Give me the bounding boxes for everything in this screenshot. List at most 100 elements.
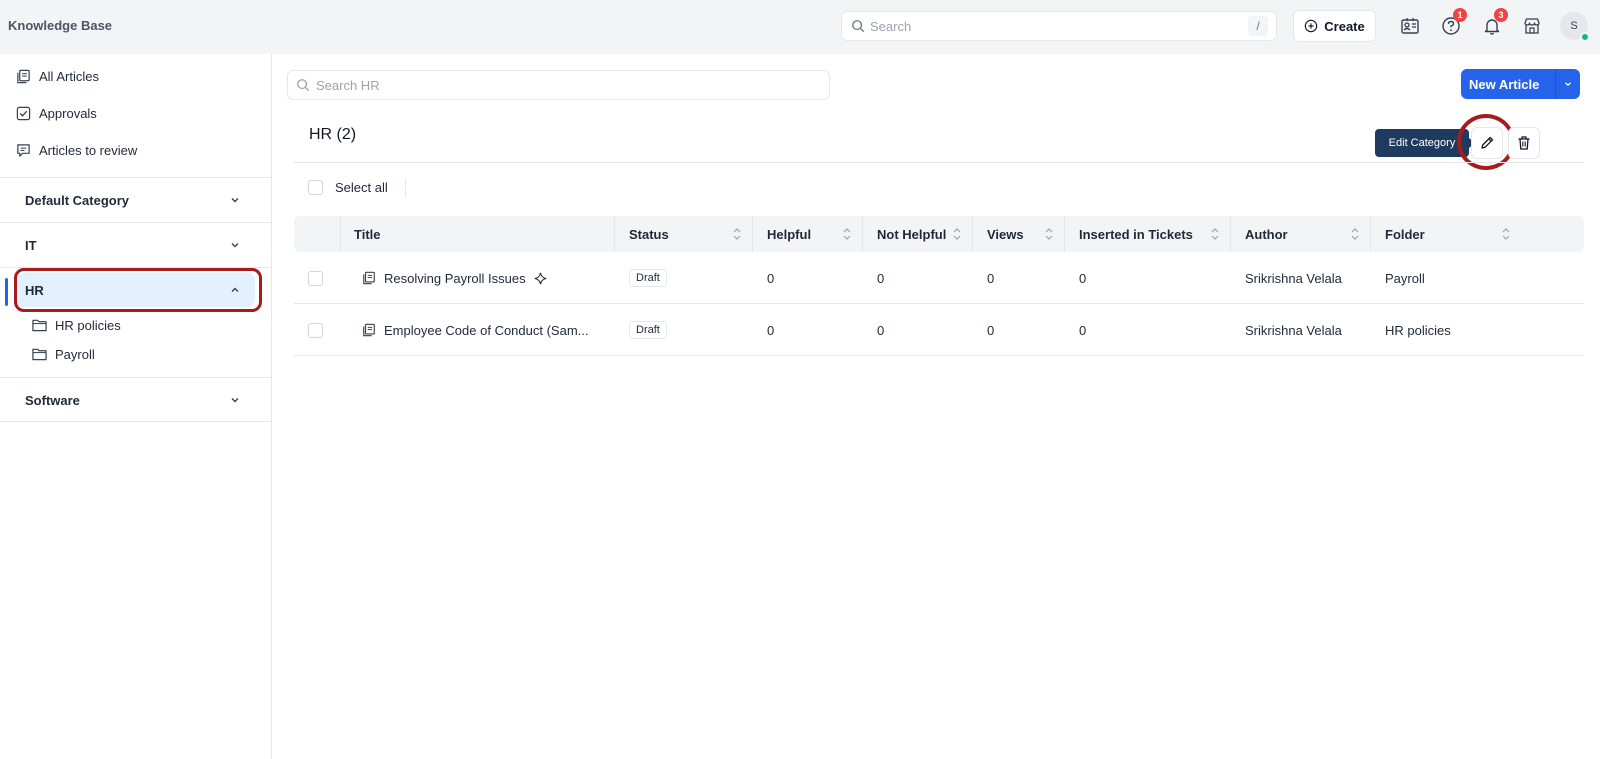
search-icon bbox=[852, 20, 865, 33]
category-software[interactable]: Software bbox=[0, 377, 271, 422]
sidebar-item-label: Approvals bbox=[39, 105, 97, 121]
article-title[interactable]: Employee Code of Conduct (Sam... bbox=[384, 323, 589, 338]
chevron-down-icon bbox=[231, 198, 239, 203]
user-avatar[interactable]: S bbox=[1560, 12, 1590, 42]
folder-label: Payroll bbox=[55, 346, 95, 362]
chevron-down-icon bbox=[231, 398, 239, 403]
category-label: HR bbox=[25, 282, 44, 298]
row-checkbox[interactable] bbox=[308, 322, 323, 338]
page-title: HR (2) bbox=[309, 126, 357, 143]
contacts-button[interactable] bbox=[1397, 13, 1423, 39]
views-cell: 0 bbox=[987, 270, 995, 286]
help-badge: 1 bbox=[1453, 8, 1467, 22]
selected-indicator bbox=[5, 278, 8, 306]
category-header[interactable]: HR bbox=[15, 273, 255, 307]
column-status[interactable]: Status bbox=[615, 216, 752, 252]
inserted-cell: 0 bbox=[1079, 322, 1087, 338]
sort-icon bbox=[1045, 228, 1053, 240]
notifications-badge: 3 bbox=[1494, 8, 1508, 22]
notifications-button[interactable]: 3 bbox=[1479, 8, 1508, 39]
help-button[interactable]: 1 bbox=[1438, 8, 1467, 39]
category-label: Default Category bbox=[25, 192, 130, 208]
column-title[interactable]: Title bbox=[354, 216, 614, 252]
sidebar-item-label: All Articles bbox=[39, 68, 99, 84]
main-content: New Article HR (2) Edit Category Select … bbox=[272, 54, 1600, 759]
sidebar-item-articles-to-review[interactable]: Articles to review bbox=[16, 138, 137, 162]
global-search-input[interactable] bbox=[870, 16, 1240, 36]
column-divider bbox=[340, 216, 341, 252]
category-search-input[interactable] bbox=[316, 75, 816, 95]
status-badge: Draft bbox=[629, 321, 667, 339]
column-views[interactable]: Views bbox=[973, 216, 1064, 252]
folder-label: HR policies bbox=[55, 317, 121, 333]
column-helpful[interactable]: Helpful bbox=[753, 216, 862, 252]
not-helpful-cell: 0 bbox=[877, 322, 885, 338]
divider bbox=[405, 178, 406, 198]
article-title[interactable]: Resolving Payroll Issues bbox=[384, 271, 526, 286]
sort-icon bbox=[953, 228, 961, 240]
column-folder[interactable]: Folder bbox=[1371, 216, 1521, 252]
category-header[interactable]: Software bbox=[15, 383, 255, 417]
online-status-dot bbox=[1580, 32, 1590, 42]
column-not-helpful[interactable]: Not Helpful bbox=[863, 216, 972, 252]
table-header: Title Status Helpful Not Helpful Views I… bbox=[294, 216, 1584, 252]
top-bar: Knowledge Base / Create 1 3 S bbox=[0, 0, 1600, 54]
row-checkbox[interactable] bbox=[308, 270, 323, 286]
table-row[interactable]: Resolving Payroll Issues Draft 0 0 0 0 S… bbox=[294, 252, 1584, 304]
author-cell: Srikrishna Velala bbox=[1245, 270, 1342, 286]
delete-category-button[interactable] bbox=[1508, 127, 1540, 159]
sidebar: All Articles Approvals Articles to revie… bbox=[0, 54, 272, 759]
sort-icon bbox=[733, 228, 741, 240]
status-badge: Draft bbox=[629, 269, 667, 287]
sidebar-item-all-articles[interactable]: All Articles bbox=[16, 64, 99, 88]
row-checkbox-cell bbox=[308, 304, 323, 356]
new-article-button[interactable]: New Article bbox=[1461, 69, 1580, 99]
category-header[interactable]: IT bbox=[15, 228, 255, 262]
select-all[interactable]: Select all bbox=[308, 180, 388, 195]
folder-cell: HR policies bbox=[1385, 322, 1451, 338]
avatar-initial: S bbox=[1570, 20, 1578, 32]
sparkle-icon bbox=[534, 272, 546, 284]
views-cell: 0 bbox=[987, 322, 995, 338]
folder-icon bbox=[32, 319, 47, 332]
folder-hr-policies[interactable]: HR policies bbox=[32, 315, 121, 335]
global-search[interactable]: / bbox=[841, 11, 1277, 41]
column-author[interactable]: Author bbox=[1231, 216, 1370, 252]
title-cell[interactable]: Resolving Payroll Issues bbox=[362, 252, 547, 304]
category-it[interactable]: IT bbox=[0, 222, 271, 267]
folder-cell: Payroll bbox=[1385, 270, 1425, 286]
sidebar-item-approvals[interactable]: Approvals bbox=[16, 101, 97, 125]
edit-category-button[interactable] bbox=[1471, 127, 1503, 159]
new-article-dropdown[interactable] bbox=[1556, 79, 1580, 89]
category-hr[interactable]: HR bbox=[0, 267, 271, 312]
status-cell: Draft bbox=[629, 304, 667, 356]
sort-icon bbox=[1211, 228, 1219, 240]
chevron-up-icon bbox=[231, 287, 239, 292]
author-cell: Srikrishna Velala bbox=[1245, 322, 1342, 338]
folder-payroll[interactable]: Payroll bbox=[32, 344, 95, 364]
category-header[interactable]: Default Category bbox=[15, 183, 255, 217]
marketplace-button[interactable] bbox=[1519, 13, 1545, 39]
table-row[interactable]: Employee Code of Conduct (Sam... Draft 0… bbox=[294, 304, 1584, 356]
new-article-label: New Article bbox=[1469, 76, 1540, 92]
review-icon bbox=[17, 143, 30, 157]
sidebar-item-label: Articles to review bbox=[39, 142, 138, 158]
contact-card-icon bbox=[1401, 18, 1419, 34]
category-search[interactable] bbox=[287, 70, 830, 100]
pencil-icon bbox=[1481, 136, 1494, 149]
select-all-label: Select all bbox=[335, 180, 388, 195]
sort-icon bbox=[843, 228, 851, 240]
folder-icon bbox=[32, 348, 47, 361]
category-default[interactable]: Default Category bbox=[0, 177, 271, 222]
helpful-cell: 0 bbox=[767, 270, 775, 286]
plus-circle-icon bbox=[1305, 19, 1318, 33]
select-all-checkbox[interactable] bbox=[308, 180, 323, 195]
column-inserted-in-tickets[interactable]: Inserted in Tickets bbox=[1065, 216, 1230, 252]
title-cell[interactable]: Employee Code of Conduct (Sam... bbox=[362, 304, 589, 356]
search-shortcut-hint: / bbox=[1248, 16, 1268, 36]
trash-icon bbox=[1518, 136, 1530, 150]
chevron-down-icon bbox=[1565, 82, 1571, 87]
sort-icon bbox=[1351, 228, 1359, 240]
article-icon bbox=[363, 323, 375, 337]
create-button[interactable]: Create bbox=[1293, 10, 1376, 42]
